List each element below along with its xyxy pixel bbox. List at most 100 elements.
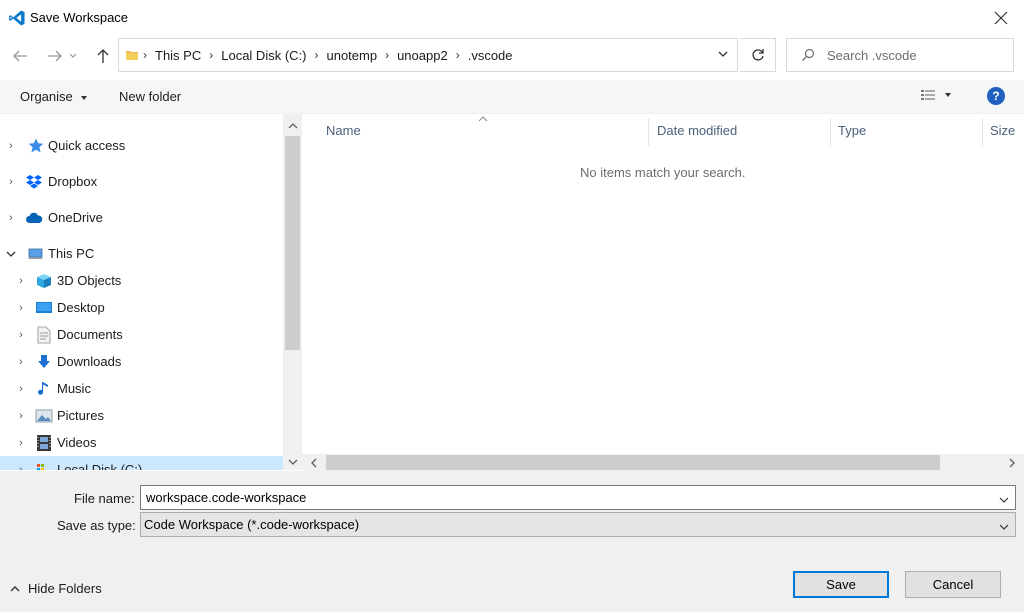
column-header-name[interactable]: Name [326, 123, 361, 138]
arrow-up-icon [97, 49, 109, 63]
music-note-icon [38, 381, 48, 395]
save-as-type-dropdown[interactable] [999, 519, 1009, 534]
chevron-left-icon [311, 458, 317, 467]
vscode-icon [9, 10, 25, 26]
breadcrumb-separator: › [385, 48, 390, 62]
close-icon [994, 11, 1008, 24]
arrow-left-icon [13, 50, 27, 62]
hide-folders-button[interactable]: Hide Folders [10, 581, 102, 596]
forward-button[interactable] [43, 44, 67, 68]
nav-item-music[interactable]: › Music [0, 375, 283, 402]
search-icon [802, 48, 815, 61]
nav-label: Videos [57, 435, 97, 450]
cancel-button[interactable]: Cancel [905, 571, 1001, 598]
address-bar[interactable]: › This PC › Local Disk (C:) › unotemp › … [118, 38, 738, 72]
search-box[interactable] [786, 38, 1014, 72]
recent-locations-button[interactable] [66, 44, 80, 68]
file-name-label: File name: [74, 491, 135, 506]
scroll-down-button[interactable] [283, 452, 302, 472]
save-panel: File name: Save as type: Code Workspace … [0, 471, 1024, 612]
file-list-horizontal-scrollbar[interactable] [302, 454, 1024, 471]
chevron-right-icon: › [19, 382, 23, 395]
file-name-dropdown[interactable] [999, 492, 1009, 507]
nav-item-local-disk[interactable]: › Local Disk (C:) [0, 456, 283, 470]
breadcrumb-vscode[interactable]: .vscode [468, 48, 513, 63]
desktop-icon [36, 301, 52, 313]
column-divider[interactable] [648, 118, 649, 146]
nav-label: This PC [48, 246, 95, 261]
column-header-type[interactable]: Type [838, 123, 866, 138]
file-list: Name Date modified Type Size No items ma… [302, 114, 1024, 454]
nav-label: Local Disk (C:) [57, 462, 143, 470]
sort-ascending-icon [478, 114, 488, 125]
nav-item-3d-objects[interactable]: › 3D Objects [0, 267, 283, 294]
cloud-icon [26, 212, 43, 223]
breadcrumb-this-pc[interactable]: This PC [155, 48, 201, 63]
nav-label: 3D Objects [57, 273, 122, 288]
nav-item-this-pc[interactable]: This PC [0, 240, 283, 267]
save-button[interactable]: Save [793, 571, 889, 598]
nav-item-desktop[interactable]: › Desktop [0, 294, 283, 321]
folder-icon [126, 51, 138, 60]
search-input[interactable] [827, 47, 997, 63]
new-folder-button[interactable]: New folder [119, 89, 181, 104]
scroll-thumb[interactable] [326, 455, 940, 470]
column-header-size[interactable]: Size [990, 123, 1015, 138]
chevron-right-icon: › [9, 211, 13, 224]
navigation-pane: › Quick access › Dropbox › OneDrive This… [0, 114, 283, 470]
chevron-right-icon: › [9, 139, 13, 152]
nav-item-dropbox[interactable]: › Dropbox [0, 168, 283, 195]
nav-label: Quick access [48, 138, 126, 153]
up-button[interactable] [91, 44, 115, 68]
change-view-button[interactable] [920, 88, 952, 102]
nav-item-videos[interactable]: › Videos [0, 429, 283, 456]
organise-button[interactable]: Organise [20, 89, 88, 104]
column-divider[interactable] [982, 118, 983, 146]
file-name-combobox[interactable] [140, 485, 1016, 510]
drive-icon [37, 463, 44, 470]
refresh-icon [751, 49, 764, 61]
column-divider[interactable] [830, 118, 831, 146]
save-as-type-select[interactable]: Code Workspace (*.code-workspace) [140, 512, 1016, 537]
command-bar: Organise New folder ? [0, 80, 1024, 114]
chevron-down-icon [999, 497, 1009, 503]
breadcrumb-separator: › [209, 48, 214, 62]
nav-item-onedrive[interactable]: › OneDrive [0, 204, 283, 231]
back-button[interactable] [8, 44, 32, 68]
chevron-right-icon: › [19, 463, 23, 471]
nav-label: Documents [57, 327, 123, 342]
save-as-type-value: Code Workspace (*.code-workspace) [144, 517, 360, 532]
refresh-button[interactable] [740, 38, 776, 72]
scroll-thumb[interactable] [285, 136, 300, 350]
nav-label: Desktop [57, 300, 105, 315]
nav-item-documents[interactable]: › Documents [0, 321, 283, 348]
download-icon [38, 354, 50, 368]
help-icon: ? [992, 89, 1000, 103]
nav-label: Dropbox [48, 174, 98, 189]
chevron-down-icon [999, 524, 1009, 530]
scroll-left-button[interactable] [304, 454, 324, 471]
chevron-right-icon: › [19, 355, 23, 368]
nav-item-quick-access[interactable]: › Quick access [0, 132, 283, 159]
arrow-right-icon [48, 50, 62, 62]
empty-list-message: No items match your search. [580, 165, 746, 180]
close-button[interactable] [978, 0, 1024, 35]
navigation-scrollbar[interactable] [283, 114, 302, 470]
chevron-up-icon [10, 585, 20, 591]
help-button[interactable]: ? [987, 87, 1005, 105]
cube-icon [37, 273, 51, 288]
nav-item-pictures[interactable]: › Pictures [0, 402, 283, 429]
column-header-date-modified[interactable]: Date modified [657, 123, 737, 138]
save-as-type-label: Save as type: [57, 518, 136, 533]
scroll-up-button[interactable] [283, 116, 302, 136]
chevron-right-icon: › [19, 274, 23, 287]
breadcrumb-local-disk[interactable]: Local Disk (C:) [221, 48, 306, 63]
title-bar: Save Workspace [0, 0, 1024, 35]
scroll-right-button[interactable] [1002, 454, 1022, 471]
breadcrumb-unotemp[interactable]: unotemp [326, 48, 377, 63]
file-name-input[interactable] [146, 490, 986, 505]
caret-down-icon [81, 95, 88, 100]
breadcrumb-unoapp2[interactable]: unoapp2 [397, 48, 448, 63]
nav-item-downloads[interactable]: › Downloads [0, 348, 283, 375]
address-history-dropdown[interactable] [717, 48, 729, 63]
